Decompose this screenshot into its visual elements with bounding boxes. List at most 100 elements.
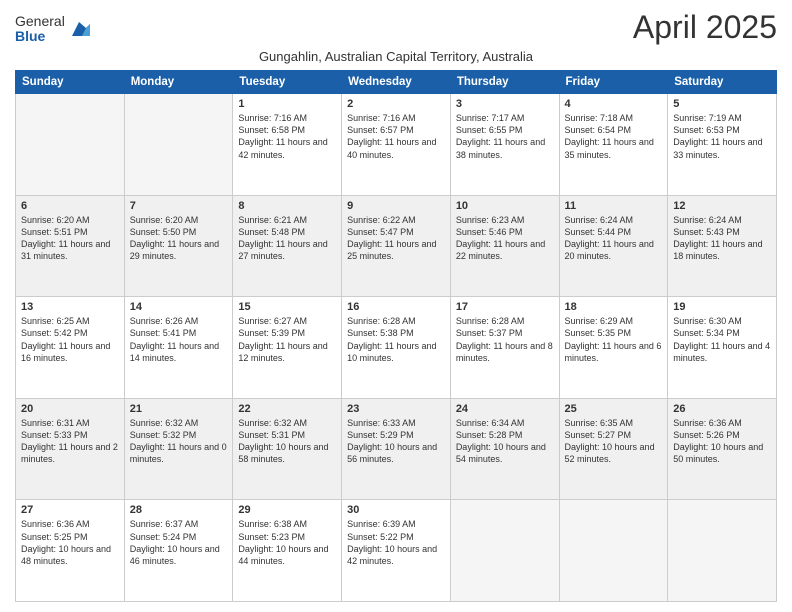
title-block: April 2025 — [633, 10, 777, 45]
calendar-week-row: 13 Sunrise: 6:25 AMSunset: 5:42 PMDayligh… — [16, 297, 777, 399]
table-row: 21Sunrise: 6:32 AMSunset: 5:32 PMDayligh… — [124, 398, 233, 500]
calendar-week-row: 6 Sunrise: 6:20 AMSunset: 5:51 PMDaylight… — [16, 195, 777, 297]
day-number: 7 — [130, 200, 228, 212]
day-detail: Sunrise: 6:31 AMSunset: 5:33 PMDaylight:… — [21, 417, 119, 466]
col-tuesday: Tuesday — [233, 71, 342, 94]
col-sunday: Sunday — [16, 71, 125, 94]
table-row: 15 Sunrise: 6:27 AMSunset: 5:39 PMDayligh… — [233, 297, 342, 399]
day-number: 13 — [21, 301, 119, 313]
table-row: 25 Sunrise: 6:35 AMSunset: 5:27 PMDayligh… — [559, 398, 668, 500]
day-detail: Sunrise: 6:22 AMSunset: 5:47 PMDaylight:… — [347, 214, 445, 263]
day-detail: Sunrise: 6:35 AMSunset: 5:27 PMDaylight:… — [565, 417, 663, 466]
day-number: 25 — [565, 403, 663, 415]
calendar-week-row: 27Sunrise: 6:36 AMSunset: 5:25 PMDayligh… — [16, 500, 777, 602]
day-number: 14 — [130, 301, 228, 313]
day-number: 24 — [456, 403, 554, 415]
main-title: April 2025 — [633, 10, 777, 45]
col-monday: Monday — [124, 71, 233, 94]
logo-general: General — [15, 14, 65, 29]
day-number: 12 — [673, 200, 771, 212]
col-wednesday: Wednesday — [342, 71, 451, 94]
table-row: 18 Sunrise: 6:29 AMSunset: 5:35 PMDayligh… — [559, 297, 668, 399]
day-detail: Sunrise: 6:34 AMSunset: 5:28 PMDaylight:… — [456, 417, 554, 466]
logo-text: General Blue — [15, 14, 65, 45]
day-number: 2 — [347, 98, 445, 110]
day-detail: Sunrise: 6:39 AMSunset: 5:22 PMDaylight:… — [347, 518, 445, 567]
col-thursday: Thursday — [450, 71, 559, 94]
day-detail: Sunrise: 6:36 AMSunset: 5:25 PMDaylight:… — [21, 518, 119, 567]
day-number: 17 — [456, 301, 554, 313]
table-row: 4 Sunrise: 7:18 AMSunset: 6:54 PMDaylight… — [559, 94, 668, 196]
calendar-header-row: Sunday Monday Tuesday Wednesday Thursday… — [16, 71, 777, 94]
day-number: 26 — [673, 403, 771, 415]
table-row: 24 Sunrise: 6:34 AMSunset: 5:28 PMDayligh… — [450, 398, 559, 500]
table-row: 14 Sunrise: 6:26 AMSunset: 5:41 PMDayligh… — [124, 297, 233, 399]
day-detail: Sunrise: 6:30 AMSunset: 5:34 PMDaylight:… — [673, 315, 771, 364]
day-number: 20 — [21, 403, 119, 415]
table-row: 13 Sunrise: 6:25 AMSunset: 5:42 PMDayligh… — [16, 297, 125, 399]
day-number: 1 — [238, 98, 336, 110]
day-detail: Sunrise: 6:26 AMSunset: 5:41 PMDaylight:… — [130, 315, 228, 364]
table-row: 2 Sunrise: 7:16 AMSunset: 6:57 PMDaylight… — [342, 94, 451, 196]
day-detail: Sunrise: 7:16 AMSunset: 6:58 PMDaylight:… — [238, 112, 336, 161]
day-number: 4 — [565, 98, 663, 110]
table-row: 28Sunrise: 6:37 AMSunset: 5:24 PMDayligh… — [124, 500, 233, 602]
table-row — [124, 94, 233, 196]
day-number: 23 — [347, 403, 445, 415]
day-detail: Sunrise: 6:32 AMSunset: 5:32 PMDaylight:… — [130, 417, 228, 466]
table-row: 23 Sunrise: 6:33 AMSunset: 5:29 PMDayligh… — [342, 398, 451, 500]
header: General Blue April 2025 — [15, 10, 777, 45]
table-row: 27Sunrise: 6:36 AMSunset: 5:25 PMDayligh… — [16, 500, 125, 602]
day-detail: Sunrise: 6:32 AMSunset: 5:31 PMDaylight:… — [238, 417, 336, 466]
table-row: 5Sunrise: 7:19 AMSunset: 6:53 PMDaylight… — [668, 94, 777, 196]
col-saturday: Saturday — [668, 71, 777, 94]
day-detail: Sunrise: 7:18 AMSunset: 6:54 PMDaylight:… — [565, 112, 663, 161]
day-detail: Sunrise: 6:29 AMSunset: 5:35 PMDaylight:… — [565, 315, 663, 364]
day-detail: Sunrise: 7:16 AMSunset: 6:57 PMDaylight:… — [347, 112, 445, 161]
col-friday: Friday — [559, 71, 668, 94]
logo-icon — [68, 18, 90, 40]
day-detail: Sunrise: 6:36 AMSunset: 5:26 PMDaylight:… — [673, 417, 771, 466]
table-row: 26 Sunrise: 6:36 AMSunset: 5:26 PMDayligh… — [668, 398, 777, 500]
day-detail: Sunrise: 6:38 AMSunset: 5:23 PMDaylight:… — [238, 518, 336, 567]
day-detail: Sunrise: 6:24 AMSunset: 5:43 PMDaylight:… — [673, 214, 771, 263]
day-detail: Sunrise: 7:17 AMSunset: 6:55 PMDaylight:… — [456, 112, 554, 161]
day-number: 10 — [456, 200, 554, 212]
calendar-table: Sunday Monday Tuesday Wednesday Thursday… — [15, 70, 777, 602]
day-number: 28 — [130, 504, 228, 516]
day-detail: Sunrise: 6:20 AMSunset: 5:51 PMDaylight:… — [21, 214, 119, 263]
day-detail: Sunrise: 6:27 AMSunset: 5:39 PMDaylight:… — [238, 315, 336, 364]
table-row: 9 Sunrise: 6:22 AMSunset: 5:47 PMDaylight… — [342, 195, 451, 297]
day-number: 22 — [238, 403, 336, 415]
day-number: 19 — [673, 301, 771, 313]
day-detail: Sunrise: 6:33 AMSunset: 5:29 PMDaylight:… — [347, 417, 445, 466]
day-detail: Sunrise: 6:23 AMSunset: 5:46 PMDaylight:… — [456, 214, 554, 263]
day-detail: Sunrise: 6:28 AMSunset: 5:37 PMDaylight:… — [456, 315, 554, 364]
table-row: 22 Sunrise: 6:32 AMSunset: 5:31 PMDayligh… — [233, 398, 342, 500]
day-detail: Sunrise: 7:19 AMSunset: 6:53 PMDaylight:… — [673, 112, 771, 161]
table-row — [16, 94, 125, 196]
table-row: 16Sunrise: 6:28 AMSunset: 5:38 PMDayligh… — [342, 297, 451, 399]
day-detail: Sunrise: 6:25 AMSunset: 5:42 PMDaylight:… — [21, 315, 119, 364]
day-number: 15 — [238, 301, 336, 313]
day-detail: Sunrise: 6:24 AMSunset: 5:44 PMDaylight:… — [565, 214, 663, 263]
day-number: 11 — [565, 200, 663, 212]
table-row: 20 Sunrise: 6:31 AMSunset: 5:33 PMDayligh… — [16, 398, 125, 500]
logo-blue: Blue — [15, 29, 65, 44]
table-row: 30Sunrise: 6:39 AMSunset: 5:22 PMDayligh… — [342, 500, 451, 602]
table-row — [450, 500, 559, 602]
day-detail: Sunrise: 6:28 AMSunset: 5:38 PMDaylight:… — [347, 315, 445, 364]
day-number: 9 — [347, 200, 445, 212]
table-row — [559, 500, 668, 602]
day-number: 6 — [21, 200, 119, 212]
day-number: 29 — [238, 504, 336, 516]
table-row: 19 Sunrise: 6:30 AMSunset: 5:34 PMDayligh… — [668, 297, 777, 399]
day-number: 18 — [565, 301, 663, 313]
table-row: 12 Sunrise: 6:24 AMSunset: 5:43 PMDayligh… — [668, 195, 777, 297]
day-detail: Sunrise: 6:21 AMSunset: 5:48 PMDaylight:… — [238, 214, 336, 263]
table-row: 17 Sunrise: 6:28 AMSunset: 5:37 PMDayligh… — [450, 297, 559, 399]
page: General Blue April 2025 Gungahlin, Austr… — [0, 0, 792, 612]
calendar-week-row: 20 Sunrise: 6:31 AMSunset: 5:33 PMDayligh… — [16, 398, 777, 500]
logo: General Blue — [15, 14, 90, 45]
day-detail: Sunrise: 6:20 AMSunset: 5:50 PMDaylight:… — [130, 214, 228, 263]
